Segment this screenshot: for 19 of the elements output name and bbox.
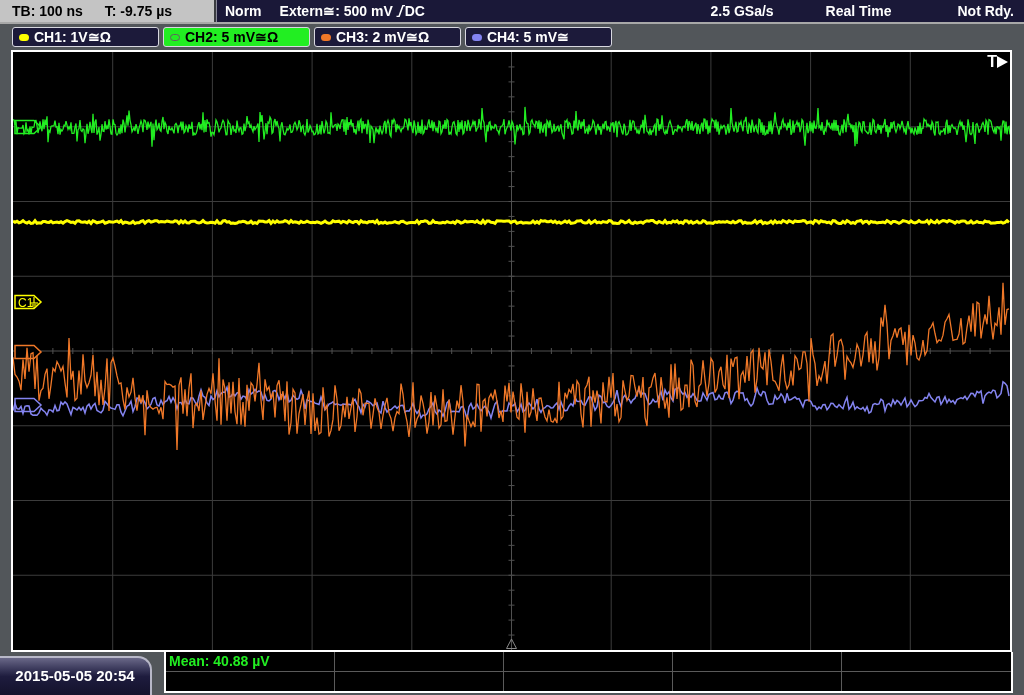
acquisition-mode-label: Real Time	[825, 1, 892, 21]
marker-label: C1	[18, 295, 34, 310]
trigger-time-label: T: -9.75 µs	[104, 1, 173, 21]
coupling-label: DC	[404, 1, 425, 21]
trigger-position-icon	[506, 638, 517, 649]
channel-tab[interactable]: CH2: 5 mV≅Ω	[163, 27, 310, 47]
timebase-label: TB: 100 ns	[12, 1, 83, 21]
date-time-display: 2015-05-05 20:54	[0, 656, 152, 695]
trigger-source-label: Extern≅: 500 mV	[279, 1, 393, 21]
status-label: Not Rdy.	[957, 1, 1014, 21]
rising-edge-icon	[395, 5, 405, 17]
channel-tab[interactable]: CH4: 5 mV≅	[465, 27, 612, 47]
trigger-mode-label: Norm	[225, 1, 262, 21]
trigger-label: T	[987, 54, 997, 70]
channel-tab[interactable]: CH1: 1V≅Ω	[12, 27, 159, 47]
channel-tab[interactable]: CH3: 2 mV≅Ω	[314, 27, 461, 47]
sample-rate-label: 2.5 GSa/s	[710, 1, 774, 21]
triangle-icon	[997, 56, 1008, 68]
measurement-cell: Mean: 40.88 µV	[166, 652, 335, 672]
